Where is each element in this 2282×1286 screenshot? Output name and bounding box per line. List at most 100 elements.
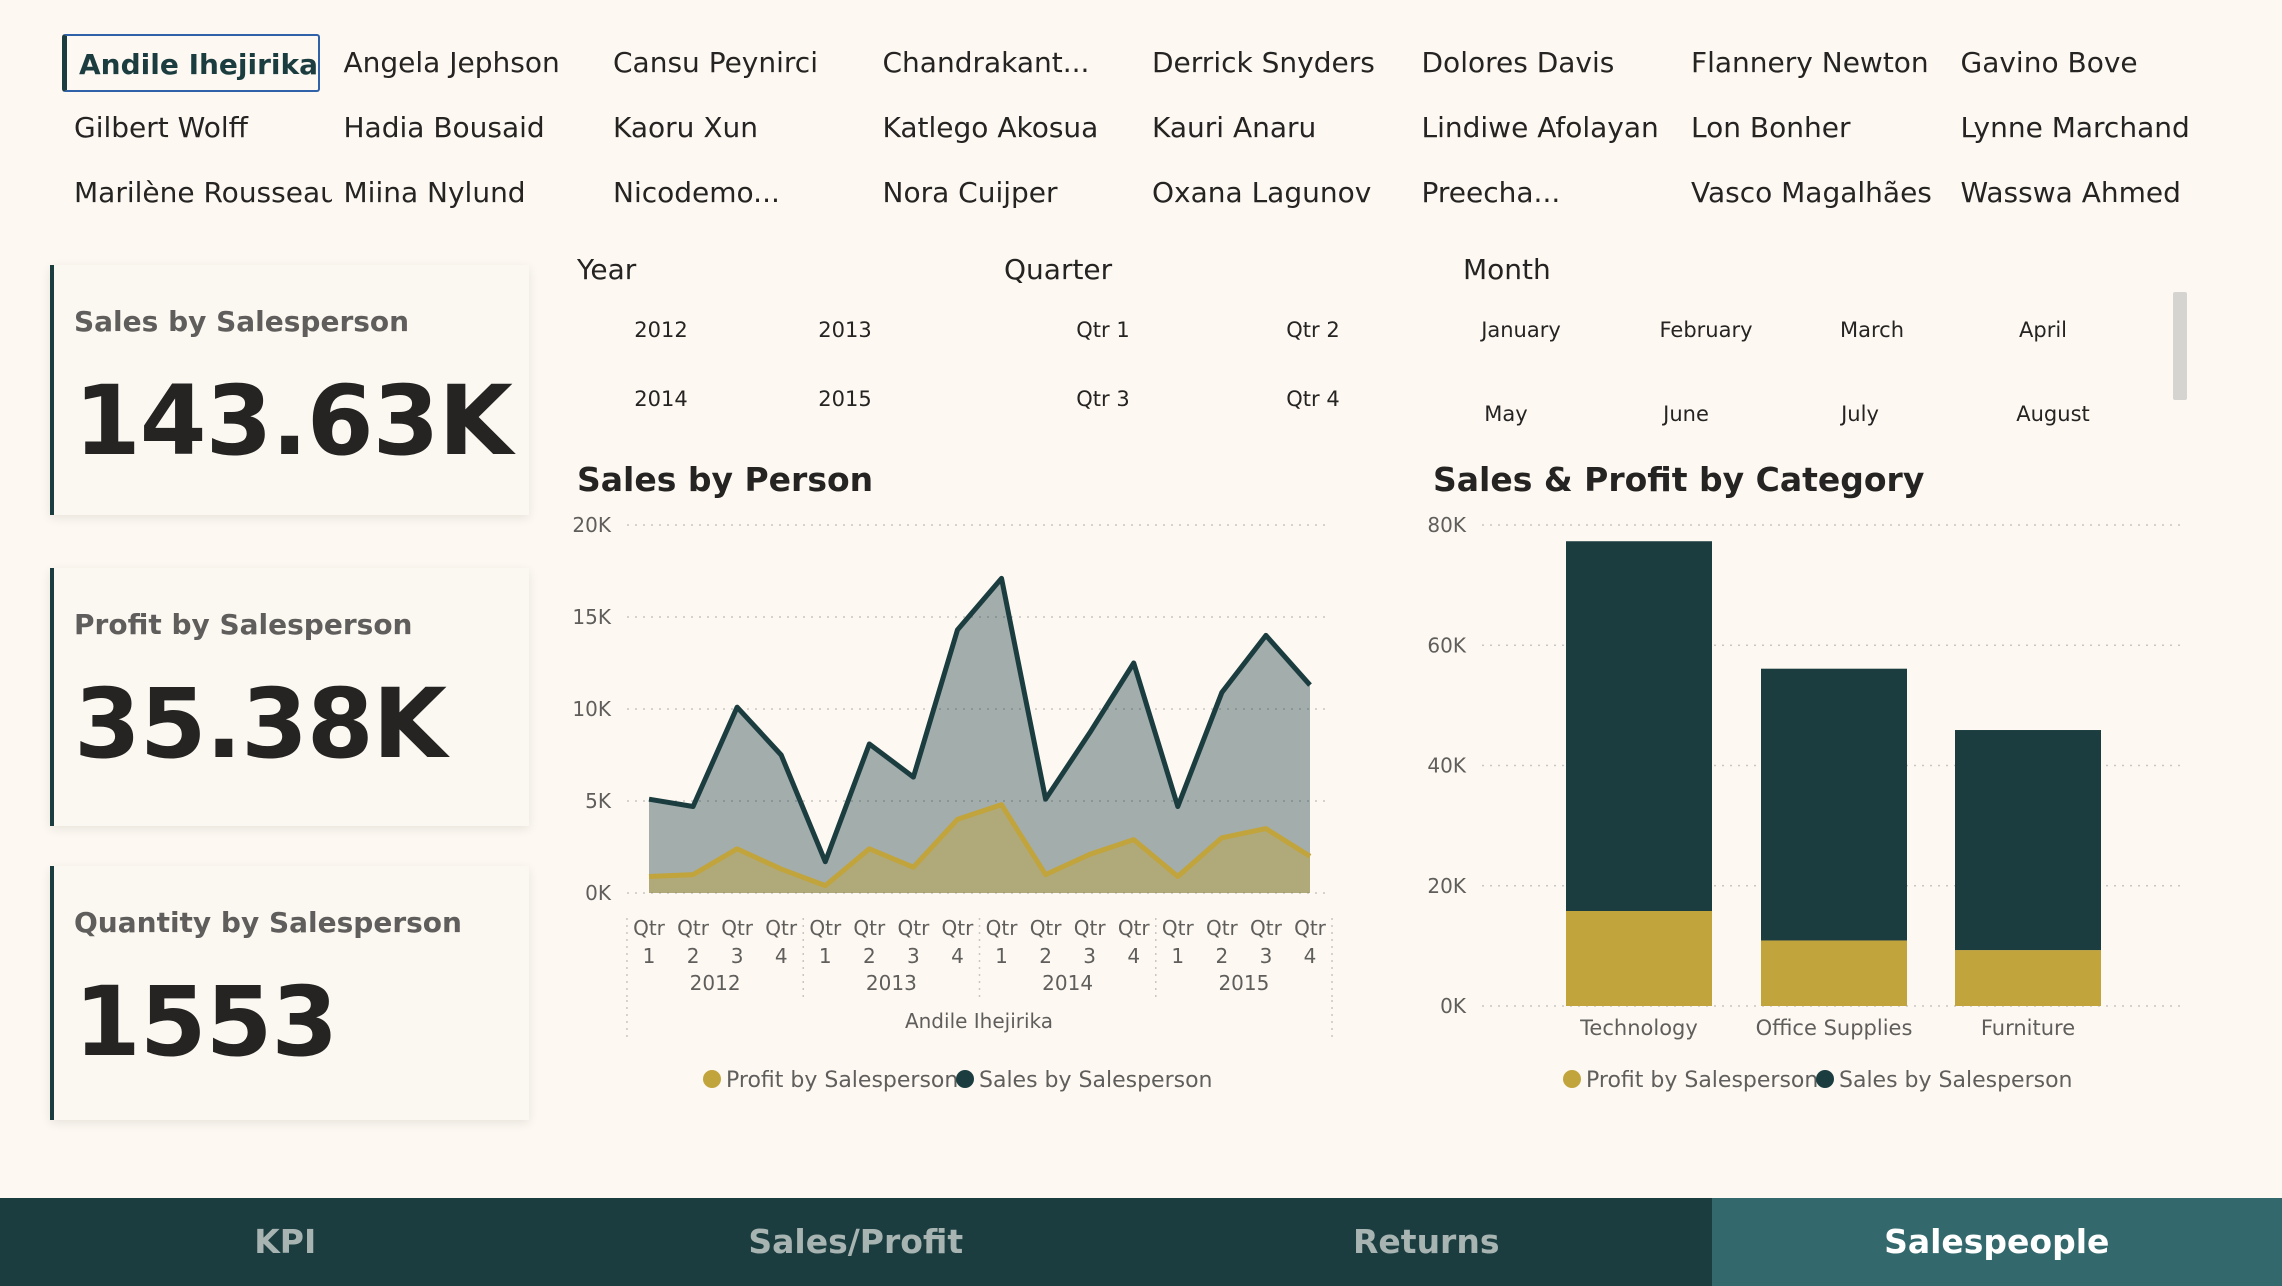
sales-profit-category-title: Sales & Profit by Category: [1433, 460, 1925, 499]
x-tick-label-num: 3: [1260, 944, 1273, 968]
x-tick-label-qtr: Qtr: [1162, 916, 1195, 940]
kpi-card-quantity: Quantity by Salesperson 1553: [50, 866, 529, 1120]
bar-sales-furniture: [1955, 730, 2101, 951]
y-tick-label: 5K: [585, 789, 612, 813]
person-wasswa-ahmed[interactable]: Wasswa Ahmed: [1949, 164, 2219, 222]
salesperson-slicer: Andile Ihejirika Angela Jephson Cansu Pe…: [62, 34, 2212, 214]
tab-salespeople[interactable]: Salespeople: [1711, 1198, 2282, 1286]
person-flannery-newton[interactable]: Flannery Newton: [1679, 34, 1949, 92]
x-tick-label: Furniture: [1981, 1016, 2075, 1040]
year-2014[interactable]: 2014: [586, 387, 736, 411]
person-lynne-marchand[interactable]: Lynne Marchand: [1949, 99, 2219, 157]
x-tick-label-qtr: Qtr: [721, 916, 754, 940]
month-january[interactable]: January: [1446, 318, 1596, 342]
x-tick-label-num: 1: [819, 944, 832, 968]
person-nicodemo[interactable]: Nicodemo...: [601, 164, 871, 222]
person-kauri-anaru[interactable]: Kauri Anaru: [1140, 99, 1410, 157]
y-tick-label: 40K: [1427, 754, 1466, 778]
person-oxana-lagunov[interactable]: Oxana Lagunov: [1140, 164, 1410, 222]
quarter-2[interactable]: Qtr 2: [1238, 318, 1388, 342]
tab-sales-profit[interactable]: Sales/Profit: [571, 1198, 1142, 1286]
x-tick-label-qtr: Qtr: [677, 916, 710, 940]
month-slicer-scrollbar[interactable]: [2173, 292, 2187, 400]
page-tabs: KPI Sales/Profit Returns Salespeople: [0, 1198, 2282, 1286]
y-tick-label: 0K: [1440, 994, 1467, 1018]
person-preecha[interactable]: Preecha...: [1410, 164, 1680, 222]
person-angela-jephson[interactable]: Angela Jephson: [332, 34, 602, 92]
sales-profit-category-chart: 0K 20K 40K 60K 80K Technology Office Supplies F…: [1427, 513, 2185, 1093]
x-tick-label-qtr: Qtr: [1074, 916, 1107, 940]
person-katlego-akosua[interactable]: Katlego Akosua: [871, 99, 1141, 157]
year-label: 2014: [1042, 971, 1093, 995]
person-kaoru-xun[interactable]: Kaoru Xun: [601, 99, 871, 157]
year-slicer-title: Year: [577, 253, 637, 286]
person-gilbert-wolff[interactable]: Gilbert Wolff: [62, 99, 332, 157]
bar-sales-technology: [1566, 541, 1712, 912]
bar-profit-furniture: [1955, 950, 2101, 1006]
bar-sales-office-supplies: [1761, 668, 1907, 941]
x-tick-label-num: 2: [1039, 944, 1052, 968]
x-tick-label-num: 1: [1171, 944, 1184, 968]
y-tick-label: 60K: [1427, 633, 1466, 657]
person-dolores-davis[interactable]: Dolores Davis: [1410, 34, 1680, 92]
x-tick-label-num: 2: [863, 944, 876, 968]
kpi-title: Sales by Salesperson: [74, 305, 410, 338]
kpi-value: 35.38K: [74, 668, 447, 780]
kpi-title: Profit by Salesperson: [74, 608, 413, 641]
person-miina-nylund[interactable]: Miina Nylund: [332, 164, 602, 222]
person-hadia-bousaid[interactable]: Hadia Bousaid: [332, 99, 602, 157]
year-label: 2015: [1218, 971, 1269, 995]
person-derrick-snyders[interactable]: Derrick Snyders: [1140, 34, 1410, 92]
y-tick-label: 15K: [572, 605, 611, 629]
person-cansu-peynirci[interactable]: Cansu Peynirci: [601, 34, 871, 92]
month-july[interactable]: July: [1785, 402, 1935, 426]
bar-profit-office-supplies: [1761, 940, 1907, 1006]
person-nora-cuijper[interactable]: Nora Cuijper: [871, 164, 1141, 222]
x-tick-label: Technology: [1579, 1016, 1698, 1040]
tab-kpi[interactable]: KPI: [0, 1198, 571, 1286]
x-tick-label-num: 3: [1083, 944, 1096, 968]
month-february[interactable]: February: [1631, 318, 1781, 342]
x-tick-label-num: 4: [1127, 944, 1140, 968]
quarter-4[interactable]: Qtr 4: [1238, 387, 1388, 411]
year-2013[interactable]: 2013: [770, 318, 920, 342]
person-andile-ihejirika[interactable]: Andile Ihejirika: [62, 34, 320, 92]
year-2012[interactable]: 2012: [586, 318, 736, 342]
legend-profit-label: Profit by Salesperson: [726, 1068, 958, 1093]
month-april[interactable]: April: [1968, 318, 2118, 342]
tab-returns[interactable]: Returns: [1141, 1198, 1712, 1286]
legend-sales-dot: [1816, 1070, 1834, 1088]
year-2015[interactable]: 2015: [770, 387, 920, 411]
month-march[interactable]: March: [1797, 318, 1947, 342]
x-tick-label-qtr: Qtr: [1250, 916, 1283, 940]
x-tick-label-qtr: Qtr: [853, 916, 886, 940]
person-lon-bonher[interactable]: Lon Bonher: [1679, 99, 1949, 157]
quarter-1[interactable]: Qtr 1: [1028, 318, 1178, 342]
x-tick-label-qtr: Qtr: [1206, 916, 1239, 940]
y-tick-label: 10K: [572, 697, 611, 721]
month-may[interactable]: May: [1431, 402, 1581, 426]
year-label: 2013: [866, 971, 917, 995]
y-tick-label: 20K: [572, 513, 611, 537]
group-label: Andile Ihejirika: [905, 1009, 1053, 1033]
kpi-card-profit: Profit by Salesperson 35.38K: [50, 568, 529, 826]
legend-sales-dot: [956, 1070, 974, 1088]
person-vasco-magalhaes[interactable]: Vasco Magalhães: [1679, 164, 1949, 222]
sales-by-person-title: Sales by Person: [577, 460, 874, 499]
x-tick-label-num: 4: [951, 944, 964, 968]
x-tick-label-num: 4: [1304, 944, 1317, 968]
person-marilene-rousseau[interactable]: Marilène Rousseau: [62, 164, 332, 222]
legend-sales-label: Sales by Salesperson: [1839, 1068, 2073, 1093]
x-tick-label-qtr: Qtr: [1118, 916, 1151, 940]
y-tick-label: 80K: [1427, 513, 1466, 537]
person-chandrakant[interactable]: Chandrakant...: [871, 34, 1141, 92]
y-tick-label: 0K: [585, 881, 612, 905]
person-gavino-bove[interactable]: Gavino Bove: [1949, 34, 2219, 92]
month-august[interactable]: August: [1978, 402, 2128, 426]
quarter-3[interactable]: Qtr 3: [1028, 387, 1178, 411]
person-lindiwe-afolayan[interactable]: Lindiwe Afolayan: [1410, 99, 1680, 157]
x-tick-label-qtr: Qtr: [1294, 916, 1327, 940]
month-june[interactable]: June: [1611, 402, 1761, 426]
kpi-value: 143.63K: [74, 365, 513, 477]
x-tick-label-qtr: Qtr: [809, 916, 842, 940]
